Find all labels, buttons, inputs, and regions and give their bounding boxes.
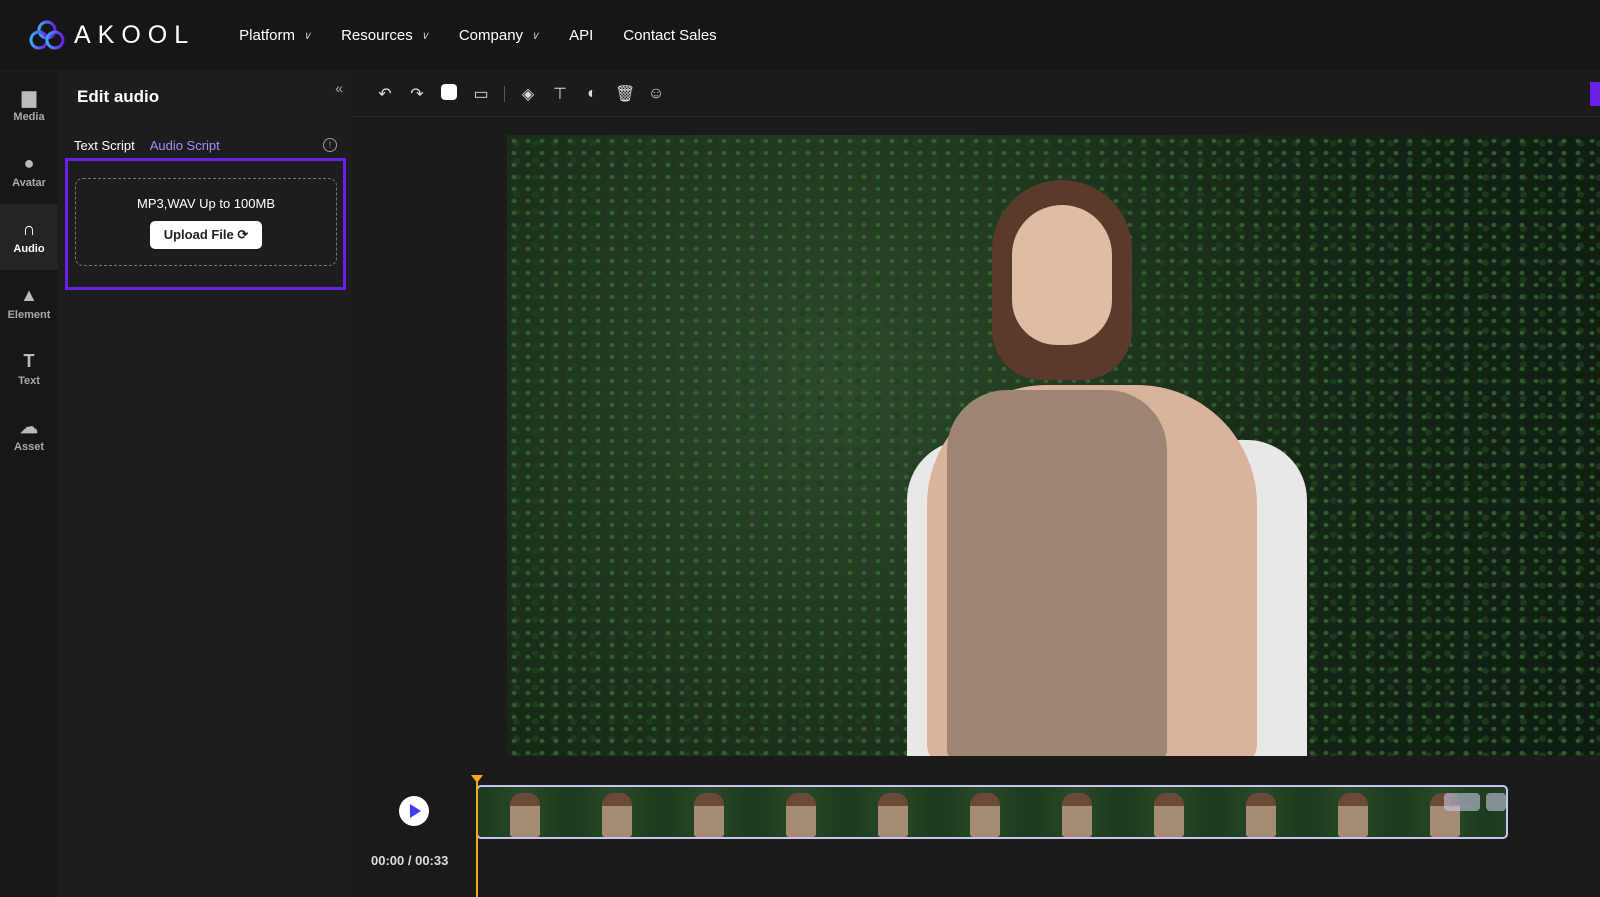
upload-hint: MP3,WAV Up to 100MB [137, 196, 275, 211]
chevron-down-icon: ∨ [303, 29, 312, 42]
panel-title: Edit audio [77, 87, 160, 106]
avatar-dress [947, 390, 1167, 756]
upload-dropzone[interactable]: MP3,WAV Up to 100MB Upload File ⟳ [75, 178, 337, 266]
rail-label: Media [13, 111, 45, 123]
side-rail: ▆ Media ● Avatar ∩ Audio ▲ Element T Text ☁ As… [0, 72, 58, 897]
clip-thumbnail [1338, 793, 1368, 837]
nav-api[interactable]: API [569, 27, 593, 44]
clip-thumbnail [510, 793, 540, 837]
info-icon[interactable]: ! [323, 138, 337, 152]
upload-highlight: MP3,WAV Up to 100MB Upload File ⟳ [65, 158, 346, 290]
shapes-icon: ▲ [20, 285, 38, 305]
nav-resources[interactable]: Resources ∨ [341, 27, 429, 44]
rail-asset[interactable]: ☁ Asset [0, 402, 58, 468]
nav-label: Company [458, 26, 524, 44]
avatar-face [1012, 205, 1112, 345]
nav-platform[interactable]: Platform ∨ [239, 27, 311, 44]
clip-thumbnail [694, 793, 724, 837]
undo-icon[interactable]: ↶ [376, 84, 394, 104]
tab-audio-script[interactable]: Audio Script [150, 138, 220, 153]
playhead[interactable] [471, 775, 483, 897]
folder-icon: ▆ [22, 87, 36, 107]
logo-icon [29, 20, 65, 50]
clip-thumbnail [1246, 793, 1276, 837]
upload-label: Upload File [163, 227, 234, 242]
headphones-icon: ∩ [22, 219, 36, 239]
top-nav: AKOOL Platform ∨ Resources ∨ Company ∨ API … [0, 0, 1600, 70]
collapse-panel-icon[interactable]: « [335, 80, 343, 96]
export-button-edge[interactable] [1590, 82, 1600, 106]
time-display: 00:00 / 00:33 [371, 853, 449, 868]
timeline: 00:00 / 00:33 33.7s ··· [352, 775, 1600, 897]
rail-avatar[interactable]: ● Avatar [0, 138, 58, 204]
align-icon[interactable]: ⊤ [551, 84, 569, 104]
upload-file-button[interactable]: Upload File ⟳ [149, 221, 263, 249]
brand-name: AKOOL [74, 20, 196, 49]
rail-label: Audio [13, 243, 45, 255]
tab-text-script[interactable]: Text Script [74, 138, 135, 153]
replace-icon[interactable]: ☺ [647, 85, 665, 103]
clip-thumbnail [1154, 793, 1184, 837]
upload-cloud-icon: ⟳ [237, 227, 249, 242]
rail-media[interactable]: ▆ Media [0, 72, 58, 138]
video-clip[interactable]: 33.7s ··· [476, 785, 1508, 839]
clip-thumbnail [786, 793, 816, 837]
chevron-down-icon: ∨ [531, 29, 540, 42]
background-color-icon[interactable] [440, 83, 458, 105]
rail-element[interactable]: ▲ Element [0, 270, 58, 336]
play-button[interactable] [399, 796, 429, 826]
screen-icon[interactable]: ▭ [472, 84, 490, 104]
divider [504, 86, 505, 102]
rail-label: Element [7, 309, 51, 321]
rail-label: Asset [14, 441, 44, 453]
layers-icon[interactable]: ◈ [519, 84, 537, 104]
rail-audio[interactable]: ∩ Audio [0, 204, 58, 270]
clip-thumbnail [602, 793, 632, 837]
video-canvas[interactable] [507, 135, 1600, 756]
text-icon: T [23, 351, 35, 371]
nav-label: Platform [239, 26, 296, 44]
clip-duration-badge: 33.7s [1444, 793, 1480, 811]
contrast-icon[interactable]: ◐ [583, 85, 601, 103]
chevron-down-icon: ∨ [420, 29, 429, 42]
rail-label: Text [18, 375, 40, 387]
rail-label: Avatar [12, 177, 46, 189]
edit-audio-panel: Edit audio « Text Script Audio Script ! … [59, 72, 351, 897]
clip-menu-button[interactable]: ··· [1486, 793, 1506, 811]
nav-company[interactable]: Company ∨ [459, 27, 539, 44]
clip-thumbnail [1062, 793, 1092, 837]
play-icon [410, 804, 421, 818]
akool-logo[interactable]: AKOOL [28, 19, 195, 51]
clip-thumbnail [970, 793, 1000, 837]
rail-text[interactable]: T Text [0, 336, 58, 402]
redo-icon[interactable]: ↷ [408, 84, 426, 104]
nav-label: Resources [341, 26, 413, 44]
nav-contact-sales[interactable]: Contact Sales [623, 27, 716, 44]
editor-toolbar: ↶ ↷ ▭ ◈ ⊤ ◐ 🗑 ☺ [352, 72, 1600, 117]
clip-thumbnail [878, 793, 908, 837]
cloud-upload-icon: ☁ [20, 417, 38, 437]
trash-icon[interactable]: 🗑 [615, 84, 635, 104]
person-icon: ● [23, 153, 35, 173]
